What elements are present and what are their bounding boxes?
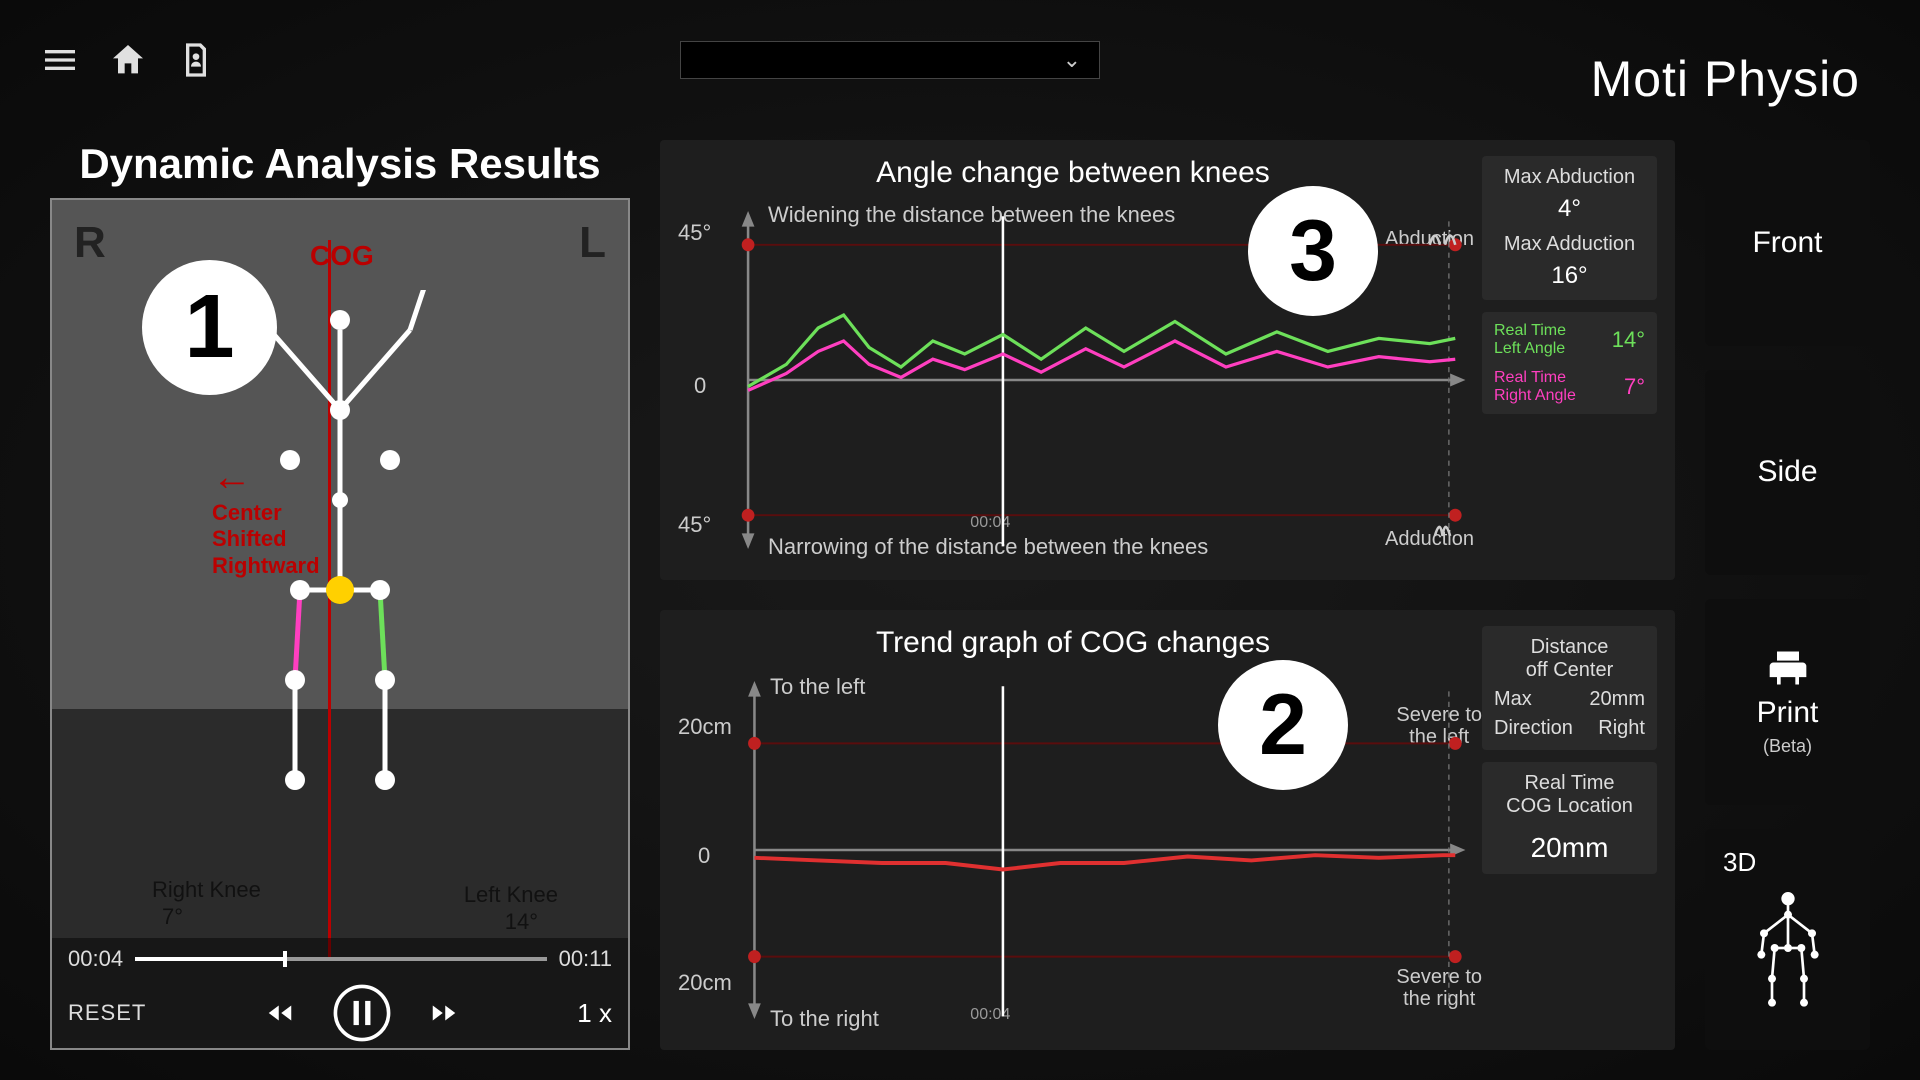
chart1-title: Angle change between knees [678,156,1468,190]
knee-left-label: Left Knee [464,882,558,908]
knee-angle-chart-card: Angle change between knees 3 45° 0 45° W… [660,140,1675,580]
video-right-marker: R [74,218,106,268]
chevron-down-icon: ⌄ [1063,47,1081,73]
rewind-button[interactable] [263,998,297,1028]
realtime-angle-box: Real Time Left Angle14° Real Time Right … [1482,312,1657,414]
chart2-plot[interactable]: 2 20cm 0 20cm To the left To the right S… [678,668,1468,1032]
knee-right-label: Right Knee [152,877,261,903]
callout-badge-2: 2 [1218,660,1348,790]
print-button[interactable]: Print (Beta) [1705,599,1870,805]
video-viewport[interactable]: R L COG 1 ← Center Shifted Rightward [50,198,630,1050]
time-total: 00:11 [559,946,612,972]
view-3d-button[interactable]: 3D [1705,829,1870,1051]
view-side-button[interactable]: Side [1705,370,1870,576]
cog-trend-chart-card: Trend graph of COG changes 2 20cm 0 20cm… [660,610,1675,1050]
distance-off-center-box: Distance off Center Max20mm DirectionRig… [1482,626,1657,750]
pose-skeleton-overlay [200,290,480,810]
time-current: 00:04 [68,946,123,972]
chart2-title: Trend graph of COG changes [678,626,1468,660]
reset-button[interactable]: RESET [68,1000,146,1026]
chart1-plot[interactable]: 3 45° 0 45° Widening the distance betwee… [678,198,1468,562]
menu-icon[interactable] [40,40,80,80]
knee-left-value: 14° [505,909,538,935]
video-seek-bar[interactable] [135,957,547,961]
profile-icon[interactable] [176,40,216,80]
home-icon[interactable] [108,40,148,80]
stick-figure-icon [1743,888,1833,1008]
video-left-marker: L [579,218,606,268]
realtime-cog-box: Real Time COG Location 20mm [1482,762,1657,874]
view-front-button[interactable]: Front [1705,140,1870,346]
knee-right-value: 7° [162,904,183,930]
page-title: Dynamic Analysis Results [50,140,630,188]
patient-dropdown[interactable]: ⌄ [680,41,1100,79]
max-abduction-box: Max Abduction 4° Max Adduction 16° [1482,156,1657,300]
print-icon [1763,646,1813,690]
cog-label: COG [310,240,374,272]
fast-forward-button[interactable] [427,998,461,1028]
speed-button[interactable]: 1 x [577,998,612,1029]
callout-badge-3: 3 [1248,186,1378,316]
brand-title: Moti Physio [1591,50,1860,108]
pause-button[interactable] [333,984,391,1042]
